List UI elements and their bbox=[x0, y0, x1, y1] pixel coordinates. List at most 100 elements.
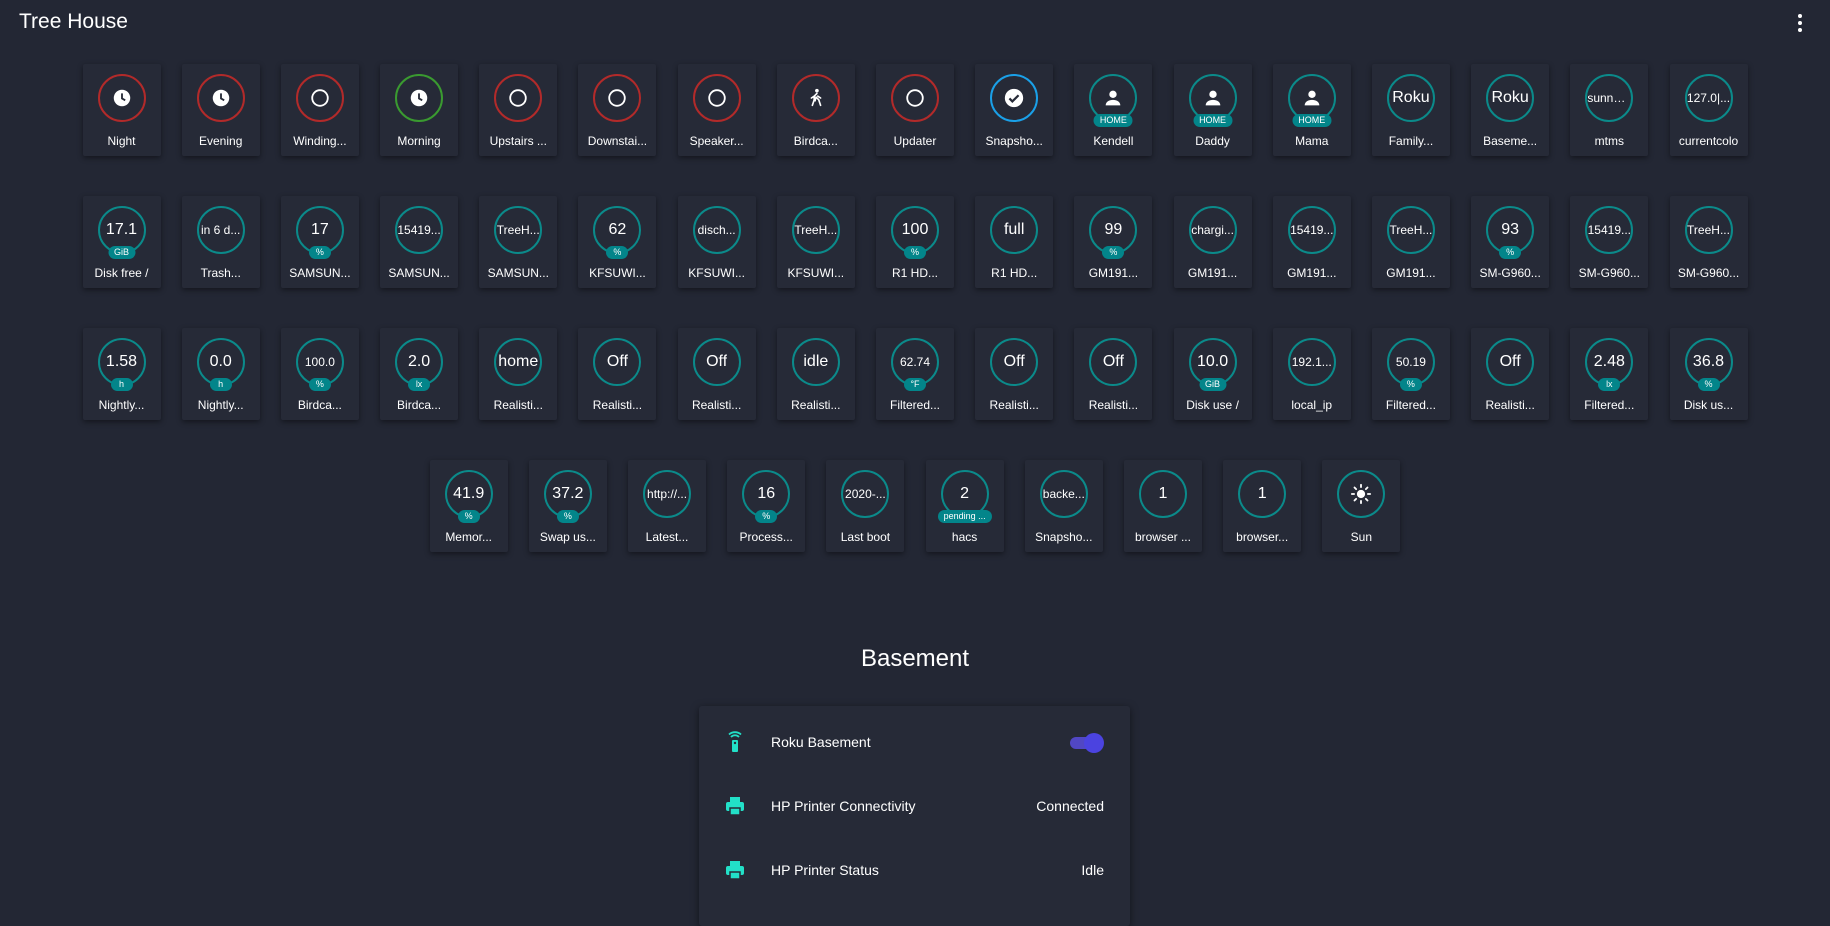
badge-label: GM191... bbox=[1187, 266, 1238, 280]
state-badge[interactable]: 100.0% Birdca... bbox=[280, 328, 359, 420]
state-badge[interactable]: sunny|... mtms bbox=[1570, 64, 1649, 156]
state-badge[interactable]: HOME Daddy bbox=[1173, 64, 1252, 156]
state-badge[interactable]: Updater bbox=[876, 64, 954, 156]
state-badge[interactable]: idle Realisti... bbox=[776, 328, 855, 420]
state-badge[interactable]: http://... Latest... bbox=[628, 460, 707, 552]
state-badge[interactable]: Off Realisti... bbox=[1471, 328, 1550, 420]
state-badge[interactable]: TreeH... SM-G960... bbox=[1669, 196, 1748, 288]
badge-label: Baseme... bbox=[1483, 134, 1538, 148]
state-badge[interactable]: HOME Kendell bbox=[1074, 64, 1153, 156]
state-badge[interactable]: disch... KFSUWI... bbox=[677, 196, 756, 288]
state-badge[interactable]: 1.58 h Nightly... bbox=[82, 328, 161, 420]
badge-label: Realisti... bbox=[1485, 398, 1535, 412]
badge-row: 17.1 GiB Disk free / in 6 d... Trash... 17% SA… bbox=[0, 196, 1830, 328]
state-badge[interactable]: Off Realisti... bbox=[1074, 328, 1153, 420]
badge-label: SAMSUN... bbox=[487, 266, 549, 280]
badge-ring: Off bbox=[593, 338, 642, 386]
state-badge[interactable]: 93% SM-G960... bbox=[1471, 196, 1550, 288]
entity-row[interactable]: HP Printer Status Idle bbox=[699, 850, 1130, 890]
state-badge[interactable]: 36.8% Disk us... bbox=[1669, 328, 1748, 420]
badges-container: Night Evening Winding... Morning Upstairs ..… bbox=[0, 64, 1830, 592]
state-badge[interactable]: Roku Family... bbox=[1371, 64, 1450, 156]
badge-label: Last boot bbox=[840, 530, 891, 544]
state-badge[interactable]: in 6 d... Trash... bbox=[181, 196, 260, 288]
state-badge[interactable]: 62% KFSUWI... bbox=[578, 196, 657, 288]
state-badge[interactable]: 1 browser... bbox=[1223, 460, 1302, 552]
state-badge[interactable]: 10.0 GiB Disk use / bbox=[1173, 328, 1252, 420]
state-badge[interactable]: Off Realisti... bbox=[975, 328, 1054, 420]
toggle-switch[interactable] bbox=[1068, 733, 1104, 753]
state-badge[interactable]: 15419... SAMSUN... bbox=[380, 196, 459, 288]
state-badge[interactable]: full R1 HD... bbox=[975, 196, 1054, 288]
state-badge[interactable]: 2.48 lx Filtered... bbox=[1570, 328, 1649, 420]
state-badge[interactable]: TreeH... GM191... bbox=[1371, 196, 1450, 288]
state-badge[interactable]: TreeH... SAMSUN... bbox=[479, 196, 558, 288]
badge-ring: 127.0|... bbox=[1684, 74, 1733, 122]
badge-label: Nightly... bbox=[98, 398, 145, 412]
badge-value: Roku bbox=[1491, 89, 1529, 106]
badge-ring: TreeH... bbox=[1684, 206, 1733, 254]
state-badge[interactable]: 15419... SM-G960... bbox=[1570, 196, 1649, 288]
state-badge[interactable]: 127.0|... currentcolo bbox=[1669, 64, 1748, 156]
state-badge[interactable]: Winding... bbox=[280, 64, 359, 156]
state-badge[interactable]: Off Realisti... bbox=[677, 328, 756, 420]
entity-row[interactable]: HP Printer Connectivity Connected bbox=[699, 786, 1130, 826]
state-badge[interactable]: 17% SAMSUN... bbox=[280, 196, 359, 288]
state-badge[interactable]: Evening bbox=[181, 64, 260, 156]
badge-ring: 1.58 h bbox=[97, 338, 146, 391]
state-badge[interactable]: Off Realisti... bbox=[578, 328, 657, 420]
state-badge[interactable]: Downstai... bbox=[578, 64, 657, 156]
badge-label: Birdca... bbox=[793, 134, 838, 148]
badge-ring: 1 bbox=[1138, 470, 1187, 518]
badge-label: Realisti... bbox=[592, 398, 643, 412]
state-badge[interactable]: 50.19% Filtered... bbox=[1371, 328, 1450, 420]
state-badge[interactable]: 1 browser ... bbox=[1123, 460, 1202, 552]
badge-value: full bbox=[1003, 221, 1025, 238]
state-badge[interactable]: HOME Mama bbox=[1272, 64, 1351, 156]
state-badge[interactable]: 16% Process... bbox=[727, 460, 806, 552]
state-badge[interactable]: 62.74 °F Filtered... bbox=[876, 328, 954, 420]
state-badge[interactable]: chargi... GM191... bbox=[1173, 196, 1252, 288]
state-badge[interactable]: Roku Baseme... bbox=[1471, 64, 1550, 156]
badge-ring: Off bbox=[692, 338, 741, 386]
state-badge[interactable]: 0.0 h Nightly... bbox=[181, 328, 260, 420]
badge-value: TreeH... bbox=[1389, 223, 1433, 237]
state-badge[interactable]: Sun bbox=[1322, 460, 1401, 552]
state-badge[interactable]: Snapsho... bbox=[975, 64, 1054, 156]
badge-ring: 36.8% bbox=[1684, 338, 1733, 391]
badge-label: Filtered... bbox=[1385, 398, 1436, 412]
badge-label: KFSUWI... bbox=[787, 266, 845, 280]
state-badge[interactable]: 2 pending ... hacs bbox=[925, 460, 1004, 552]
state-badge[interactable]: TreeH... KFSUWI... bbox=[776, 196, 855, 288]
entity-row[interactable]: Roku Basement bbox=[699, 722, 1130, 762]
badge-ring: 10.0 GiB bbox=[1188, 338, 1237, 391]
badge-unit: pending ... bbox=[937, 510, 992, 523]
badge-label: Mama bbox=[1295, 134, 1329, 148]
badge-unit: % bbox=[556, 510, 579, 523]
badge-ring: 37.2% bbox=[543, 470, 592, 523]
state-badge[interactable]: Morning bbox=[380, 64, 459, 156]
state-badge[interactable]: 100% R1 HD... bbox=[876, 196, 954, 288]
state-badge[interactable]: Speaker... bbox=[677, 64, 756, 156]
badge-label: mtms bbox=[1594, 134, 1624, 148]
account-icon bbox=[1202, 87, 1224, 109]
badge-label: Upstairs ... bbox=[489, 134, 547, 148]
state-badge[interactable]: 99% GM191... bbox=[1074, 196, 1153, 288]
state-badge[interactable]: 2020-... Last boot bbox=[826, 460, 905, 552]
dots-vertical-icon[interactable] bbox=[1788, 11, 1812, 35]
state-badge[interactable]: backe... Snapsho... bbox=[1024, 460, 1103, 552]
badge-row: 1.58 h Nightly... 0.0 h Nightly... 100.0% Birdc… bbox=[0, 328, 1830, 460]
state-badge[interactable]: Birdca... bbox=[776, 64, 855, 156]
state-badge[interactable]: home Realisti... bbox=[479, 328, 558, 420]
state-badge[interactable]: 37.2% Swap us... bbox=[528, 460, 607, 552]
badge-ring: 62.74 °F bbox=[891, 338, 939, 391]
badge-label: R1 HD... bbox=[991, 266, 1038, 280]
badge-unit: lx bbox=[1598, 378, 1621, 391]
state-badge[interactable]: 41.9% Memor... bbox=[429, 460, 508, 552]
state-badge[interactable]: 2.0 lx Birdca... bbox=[380, 328, 459, 420]
state-badge[interactable]: 15419... GM191... bbox=[1272, 196, 1351, 288]
state-badge[interactable]: Night bbox=[82, 64, 161, 156]
state-badge[interactable]: 17.1 GiB Disk free / bbox=[82, 196, 161, 288]
state-badge[interactable]: Upstairs ... bbox=[479, 64, 558, 156]
state-badge[interactable]: 192.1... local_ip bbox=[1272, 328, 1351, 420]
